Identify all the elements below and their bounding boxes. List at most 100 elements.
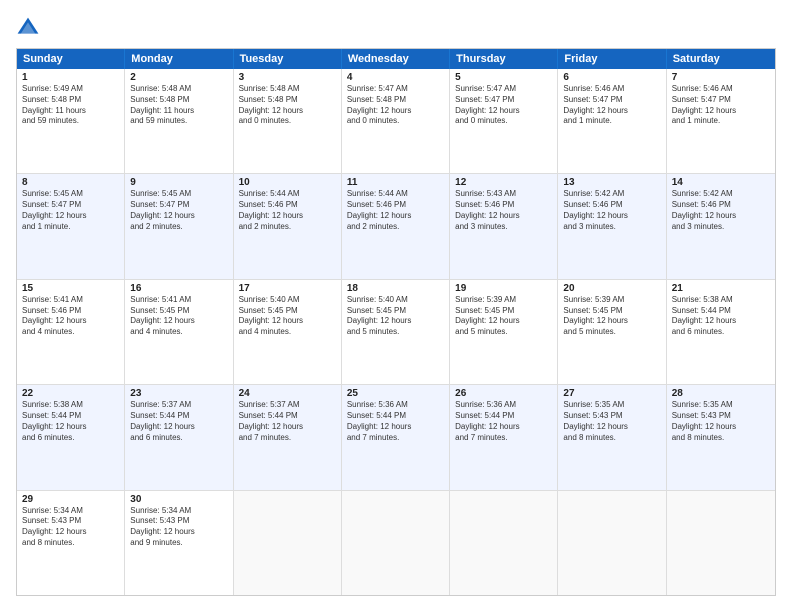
cell-info: Sunrise: 5:41 AMSunset: 5:45 PMDaylight:… [130, 295, 227, 338]
cell-info: Sunrise: 5:34 AMSunset: 5:43 PMDaylight:… [22, 506, 119, 549]
logo-icon [16, 16, 40, 40]
cell-info: Sunrise: 5:34 AMSunset: 5:43 PMDaylight:… [130, 506, 227, 549]
calendar-cell: 22Sunrise: 5:38 AMSunset: 5:44 PMDayligh… [17, 385, 125, 489]
calendar-cell: 5Sunrise: 5:47 AMSunset: 5:47 PMDaylight… [450, 69, 558, 173]
calendar-cell: 8Sunrise: 5:45 AMSunset: 5:47 PMDaylight… [17, 174, 125, 278]
day-number: 14 [672, 177, 770, 188]
day-number: 25 [347, 388, 444, 399]
calendar-header: SundayMondayTuesdayWednesdayThursdayFrid… [17, 49, 775, 69]
header-day-wednesday: Wednesday [342, 49, 450, 69]
header-day-friday: Friday [558, 49, 666, 69]
day-number: 13 [563, 177, 660, 188]
day-number: 2 [130, 72, 227, 83]
cell-info: Sunrise: 5:35 AMSunset: 5:43 PMDaylight:… [563, 400, 660, 443]
day-number: 23 [130, 388, 227, 399]
cell-info: Sunrise: 5:44 AMSunset: 5:46 PMDaylight:… [347, 189, 444, 232]
day-number: 11 [347, 177, 444, 188]
calendar-cell [342, 491, 450, 595]
day-number: 28 [672, 388, 770, 399]
cell-info: Sunrise: 5:46 AMSunset: 5:47 PMDaylight:… [672, 84, 770, 127]
day-number: 1 [22, 72, 119, 83]
calendar-cell: 3Sunrise: 5:48 AMSunset: 5:48 PMDaylight… [234, 69, 342, 173]
calendar-cell: 21Sunrise: 5:38 AMSunset: 5:44 PMDayligh… [667, 280, 775, 384]
cell-info: Sunrise: 5:38 AMSunset: 5:44 PMDaylight:… [22, 400, 119, 443]
cell-info: Sunrise: 5:43 AMSunset: 5:46 PMDaylight:… [455, 189, 552, 232]
calendar-cell: 17Sunrise: 5:40 AMSunset: 5:45 PMDayligh… [234, 280, 342, 384]
day-number: 4 [347, 72, 444, 83]
calendar-cell: 26Sunrise: 5:36 AMSunset: 5:44 PMDayligh… [450, 385, 558, 489]
cell-info: Sunrise: 5:48 AMSunset: 5:48 PMDaylight:… [130, 84, 227, 127]
calendar-cell: 14Sunrise: 5:42 AMSunset: 5:46 PMDayligh… [667, 174, 775, 278]
calendar-cell [558, 491, 666, 595]
day-number: 15 [22, 283, 119, 294]
cell-info: Sunrise: 5:48 AMSunset: 5:48 PMDaylight:… [239, 84, 336, 127]
day-number: 20 [563, 283, 660, 294]
day-number: 19 [455, 283, 552, 294]
calendar-cell: 7Sunrise: 5:46 AMSunset: 5:47 PMDaylight… [667, 69, 775, 173]
header-day-monday: Monday [125, 49, 233, 69]
day-number: 12 [455, 177, 552, 188]
cell-info: Sunrise: 5:36 AMSunset: 5:44 PMDaylight:… [455, 400, 552, 443]
cell-info: Sunrise: 5:46 AMSunset: 5:47 PMDaylight:… [563, 84, 660, 127]
header [16, 16, 776, 40]
calendar-row-0: 1Sunrise: 5:49 AMSunset: 5:48 PMDaylight… [17, 69, 775, 173]
calendar-cell: 24Sunrise: 5:37 AMSunset: 5:44 PMDayligh… [234, 385, 342, 489]
calendar-cell: 16Sunrise: 5:41 AMSunset: 5:45 PMDayligh… [125, 280, 233, 384]
header-day-thursday: Thursday [450, 49, 558, 69]
cell-info: Sunrise: 5:42 AMSunset: 5:46 PMDaylight:… [672, 189, 770, 232]
calendar-cell: 2Sunrise: 5:48 AMSunset: 5:48 PMDaylight… [125, 69, 233, 173]
cell-info: Sunrise: 5:42 AMSunset: 5:46 PMDaylight:… [563, 189, 660, 232]
calendar-cell [234, 491, 342, 595]
cell-info: Sunrise: 5:41 AMSunset: 5:46 PMDaylight:… [22, 295, 119, 338]
calendar-cell: 30Sunrise: 5:34 AMSunset: 5:43 PMDayligh… [125, 491, 233, 595]
cell-info: Sunrise: 5:37 AMSunset: 5:44 PMDaylight:… [239, 400, 336, 443]
calendar-cell: 20Sunrise: 5:39 AMSunset: 5:45 PMDayligh… [558, 280, 666, 384]
calendar-cell: 15Sunrise: 5:41 AMSunset: 5:46 PMDayligh… [17, 280, 125, 384]
cell-info: Sunrise: 5:36 AMSunset: 5:44 PMDaylight:… [347, 400, 444, 443]
cell-info: Sunrise: 5:39 AMSunset: 5:45 PMDaylight:… [563, 295, 660, 338]
cell-info: Sunrise: 5:40 AMSunset: 5:45 PMDaylight:… [239, 295, 336, 338]
calendar-row-1: 8 Sunrise: 5:45 AMSunset: 5:47 PMDaylight… [17, 173, 775, 278]
header-day-tuesday: Tuesday [234, 49, 342, 69]
calendar-cell: 29Sunrise: 5:34 AMSunset: 5:43 PMDayligh… [17, 491, 125, 595]
day-number: 22 [22, 388, 119, 399]
calendar-cell [667, 491, 775, 595]
day-number: 21 [672, 283, 770, 294]
cell-info: Sunrise: 5:40 AMSunset: 5:45 PMDaylight:… [347, 295, 444, 338]
calendar-cell: 12Sunrise: 5:43 AMSunset: 5:46 PMDayligh… [450, 174, 558, 278]
day-number: 6 [563, 72, 660, 83]
calendar-row-3: 22Sunrise: 5:38 AMSunset: 5:44 PMDayligh… [17, 384, 775, 489]
page: SundayMondayTuesdayWednesdayThursdayFrid… [0, 0, 792, 612]
calendar-cell: 25Sunrise: 5:36 AMSunset: 5:44 PMDayligh… [342, 385, 450, 489]
calendar: SundayMondayTuesdayWednesdayThursdayFrid… [16, 48, 776, 596]
day-number: 8 [22, 177, 119, 188]
day-number: 27 [563, 388, 660, 399]
calendar-cell: 11Sunrise: 5:44 AMSunset: 5:46 PMDayligh… [342, 174, 450, 278]
header-day-sunday: Sunday [17, 49, 125, 69]
calendar-cell [450, 491, 558, 595]
logo [16, 16, 44, 40]
cell-info: Sunrise: 5:47 AMSunset: 5:47 PMDaylight:… [455, 84, 552, 127]
calendar-cell: 9Sunrise: 5:45 AMSunset: 5:47 PMDaylight… [125, 174, 233, 278]
cell-info: Sunrise: 5:49 AMSunset: 5:48 PMDaylight:… [22, 84, 119, 127]
day-number: 18 [347, 283, 444, 294]
day-number: 24 [239, 388, 336, 399]
cell-info: Sunrise: 5:35 AMSunset: 5:43 PMDaylight:… [672, 400, 770, 443]
cell-info: Sunrise: 5:39 AMSunset: 5:45 PMDaylight:… [455, 295, 552, 338]
calendar-cell: 18Sunrise: 5:40 AMSunset: 5:45 PMDayligh… [342, 280, 450, 384]
day-number: 5 [455, 72, 552, 83]
day-number: 9 [130, 177, 227, 188]
calendar-cell: 10Sunrise: 5:44 AMSunset: 5:46 PMDayligh… [234, 174, 342, 278]
day-number: 17 [239, 283, 336, 294]
cell-info: Sunrise: 5:45 AMSunset: 5:47 PMDaylight:… [130, 189, 227, 232]
calendar-cell: 27Sunrise: 5:35 AMSunset: 5:43 PMDayligh… [558, 385, 666, 489]
day-number: 10 [239, 177, 336, 188]
day-number: 30 [130, 494, 227, 505]
calendar-cell: 6Sunrise: 5:46 AMSunset: 5:47 PMDaylight… [558, 69, 666, 173]
cell-info: Sunrise: 5:37 AMSunset: 5:44 PMDaylight:… [130, 400, 227, 443]
calendar-cell: 19Sunrise: 5:39 AMSunset: 5:45 PMDayligh… [450, 280, 558, 384]
calendar-cell: 23Sunrise: 5:37 AMSunset: 5:44 PMDayligh… [125, 385, 233, 489]
day-number: 29 [22, 494, 119, 505]
calendar-cell: 4Sunrise: 5:47 AMSunset: 5:48 PMDaylight… [342, 69, 450, 173]
cell-info: Sunrise: 5:38 AMSunset: 5:44 PMDaylight:… [672, 295, 770, 338]
